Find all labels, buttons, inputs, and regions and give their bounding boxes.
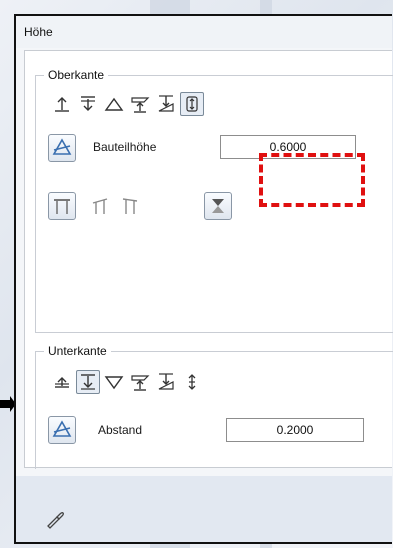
frame-full-icon[interactable]	[48, 192, 76, 220]
highlight-box	[259, 153, 365, 207]
bottom-toolbar	[16, 476, 392, 542]
abstand-toggle-button[interactable]	[48, 416, 76, 444]
unterkante-label: Unterkante	[44, 344, 111, 358]
align-both-icon[interactable]	[180, 92, 204, 116]
bauteilhoehe-label: Bauteilhöhe	[93, 140, 157, 154]
slope-down-icon[interactable]	[154, 370, 178, 394]
align-both-icon[interactable]	[180, 370, 204, 394]
frame-right-icon[interactable]	[118, 194, 142, 218]
abstand-input[interactable]	[226, 418, 364, 442]
content-panel: Oberkante Bauteilhöhe 0.6000 Unterkante …	[24, 50, 393, 469]
frame-left-icon[interactable]	[88, 194, 112, 218]
top-align-down-icon[interactable]	[76, 92, 100, 116]
unterkante-group: Unterkante Abstand	[35, 344, 393, 469]
triangle-icon[interactable]	[102, 92, 126, 116]
top-align-up-icon[interactable]	[50, 92, 74, 116]
title-bar: Höhe	[16, 16, 392, 48]
triangle-down-icon[interactable]	[102, 370, 126, 394]
plane-down-icon[interactable]	[128, 92, 152, 116]
plane-down-icon[interactable]	[128, 370, 152, 394]
hourglass-icon[interactable]	[204, 192, 232, 220]
oberkante-label: Oberkante	[44, 68, 109, 82]
dialog-title: Höhe	[24, 25, 53, 39]
bottom-align-down-icon[interactable]	[76, 370, 100, 394]
hoehe-dialog: Höhe Oberkante Bauteilhöhe 0.6000 Unterk…	[14, 14, 393, 544]
bauteilhoehe-toggle-button[interactable]	[48, 134, 76, 162]
slope-down-icon[interactable]	[154, 92, 178, 116]
eyedropper-icon[interactable]	[44, 508, 66, 530]
bottom-align-up-icon[interactable]	[50, 370, 74, 394]
abstand-label: Abstand	[98, 423, 143, 437]
